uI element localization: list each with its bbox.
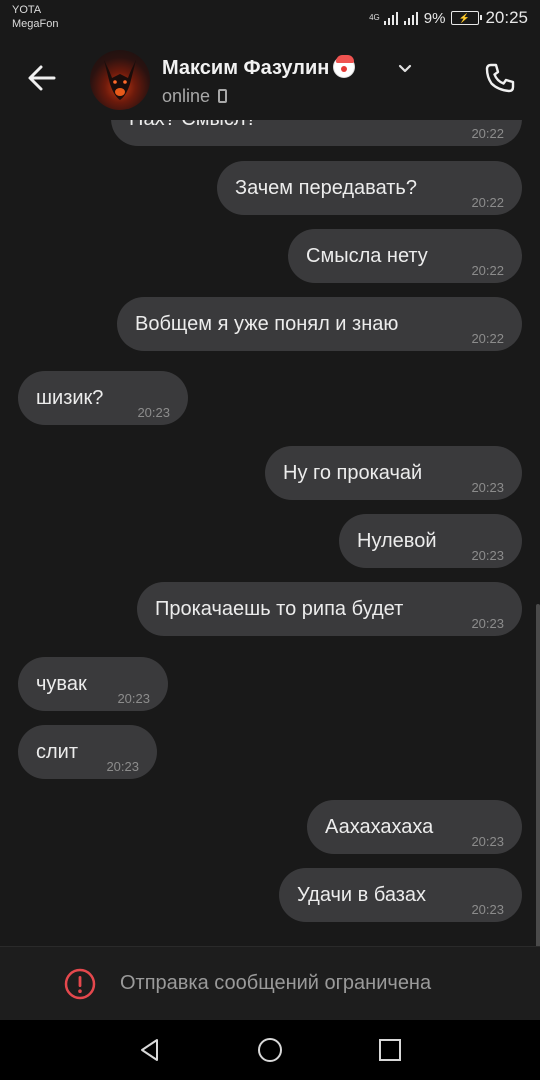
avatar[interactable] bbox=[90, 50, 150, 110]
home-circle-icon[interactable] bbox=[255, 1035, 285, 1065]
message-text: Вобщем я уже понял и знаю bbox=[135, 313, 399, 335]
message-time: 20:23 bbox=[137, 405, 170, 420]
message-text: Удачи в базах bbox=[297, 884, 427, 906]
message-bubble[interactable]: слит 20:23 bbox=[18, 725, 157, 779]
contact-status: online bbox=[162, 86, 228, 107]
message-time: 20:23 bbox=[471, 902, 504, 917]
scrollbar[interactable] bbox=[536, 604, 540, 946]
message-text: Ну го прокачай bbox=[283, 462, 423, 484]
battery-icon: ⚡ bbox=[451, 11, 483, 25]
back-triangle-icon[interactable] bbox=[135, 1035, 165, 1065]
message-list[interactable]: Нах? Смысл? 20:22 Зачем передавать? 20:2… bbox=[0, 120, 540, 946]
back-arrow-icon[interactable] bbox=[24, 60, 60, 96]
recents-square-icon[interactable] bbox=[375, 1035, 405, 1065]
mobile-device-icon bbox=[218, 89, 228, 103]
message-time: 20:23 bbox=[471, 548, 504, 563]
message-bubble[interactable]: чувак 20:23 bbox=[18, 657, 168, 711]
battery-percent: 9% bbox=[423, 9, 446, 27]
message-text: Аахахахаха bbox=[325, 816, 434, 838]
phone-icon[interactable] bbox=[482, 60, 518, 96]
carrier-2: MegaFon bbox=[12, 18, 59, 30]
message-time: 20:22 bbox=[471, 263, 504, 278]
message-time: 20:23 bbox=[471, 834, 504, 849]
message-bubble[interactable]: Прокачаешь то рипа будет 20:23 bbox=[137, 582, 522, 636]
message-text: слит bbox=[36, 741, 79, 763]
message-bubble[interactable]: шизик? 20:23 bbox=[18, 371, 188, 425]
message-time: 20:23 bbox=[471, 616, 504, 631]
signal-icon-2 bbox=[403, 11, 418, 25]
clock: 20:25 bbox=[485, 8, 528, 27]
warning-icon bbox=[64, 968, 96, 1000]
message-bubble[interactable]: Нулевой 20:23 bbox=[339, 514, 522, 568]
carrier-1: YOTA bbox=[12, 4, 42, 16]
message-bubble[interactable]: Удачи в базах 20:23 bbox=[279, 868, 522, 922]
message-text: Нулевой bbox=[357, 530, 437, 552]
message-text: Смысла нету bbox=[306, 245, 428, 267]
contact-name-text: Максим Фазулин bbox=[162, 57, 330, 79]
messaging-restricted-bar: Отправка сообщений ограничена bbox=[0, 946, 540, 1020]
message-bubble[interactable]: Зачем передавать? 20:22 bbox=[217, 161, 522, 215]
system-nav-bar bbox=[0, 1020, 540, 1080]
chat-header: Максим Фазулин online bbox=[0, 40, 540, 120]
signal-icon bbox=[383, 11, 398, 25]
message-bubble[interactable]: Смысла нету 20:22 bbox=[288, 229, 522, 283]
message-bubble[interactable]: Нах? Смысл? 20:22 bbox=[111, 120, 522, 146]
chevron-down-icon[interactable] bbox=[398, 62, 412, 76]
restricted-notice: Отправка сообщений ограничена bbox=[120, 972, 432, 994]
message-bubble[interactable]: Аахахахаха 20:23 bbox=[307, 800, 522, 854]
message-time: 20:22 bbox=[471, 331, 504, 346]
message-text: Прокачаешь то рипа будет bbox=[155, 598, 404, 620]
message-bubble[interactable]: Вобщем я уже понял и знаю 20:22 bbox=[117, 297, 522, 351]
message-text: шизик? bbox=[36, 387, 104, 409]
carrier-names: YOTA MegaFon bbox=[12, 3, 58, 31]
message-text: чувак bbox=[36, 673, 87, 695]
contact-name[interactable]: Максим Фазулин bbox=[162, 55, 356, 80]
message-time: 20:23 bbox=[117, 691, 150, 706]
message-time: 20:22 bbox=[471, 195, 504, 210]
status-bar: YOTA MegaFon 4G 9% ⚡ 20:25 bbox=[0, 0, 540, 40]
message-text: Зачем передавать? bbox=[235, 177, 417, 199]
message-time: 20:22 bbox=[471, 126, 504, 141]
message-text: Нах? Смысл? bbox=[129, 120, 257, 146]
status-indicators: 4G 9% ⚡ 20:25 bbox=[369, 8, 528, 28]
online-status: online bbox=[162, 86, 211, 106]
message-time: 20:23 bbox=[106, 759, 139, 774]
demon-avatar-icon bbox=[104, 60, 136, 100]
network-type: 4G bbox=[369, 13, 380, 22]
clown-emoji-icon bbox=[333, 55, 356, 78]
message-time: 20:23 bbox=[471, 480, 504, 495]
message-bubble[interactable]: Ну го прокачай 20:23 bbox=[265, 446, 522, 500]
